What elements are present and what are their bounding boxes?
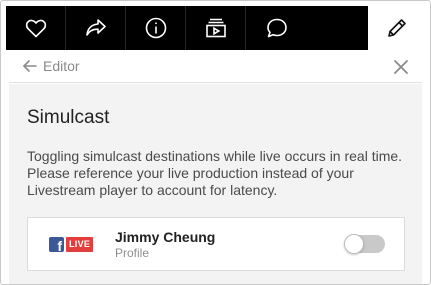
like-button[interactable] (6, 6, 66, 50)
back-to-editor-button[interactable]: Editor (22, 58, 80, 74)
share-button[interactable] (66, 6, 126, 50)
pencil-icon (388, 19, 406, 37)
editor-header: Editor (9, 53, 422, 83)
facebook-icon: f (49, 237, 64, 253)
top-toolbar (6, 6, 426, 50)
back-label: Editor (43, 58, 80, 74)
info-icon (145, 17, 166, 39)
playlist-icon (205, 18, 226, 38)
simulcast-destination-row: f LIVE Jimmy Cheung Profile (27, 217, 405, 271)
toolbar-actions (6, 6, 368, 50)
app-frame: Editor Simulcast Toggling simulcast dest… (0, 0, 431, 285)
info-button[interactable] (126, 6, 186, 50)
arrow-left-icon (23, 60, 37, 72)
section-description: Toggling simulcast destinations while li… (27, 148, 403, 198)
destination-type: Profile (115, 246, 150, 260)
simulcast-panel: Simulcast Toggling simulcast destination… (9, 84, 422, 284)
chat-icon (267, 18, 287, 38)
chat-button[interactable] (246, 6, 308, 50)
heart-icon (25, 19, 46, 38)
close-icon (394, 60, 408, 74)
destination-brand: f LIVE (49, 237, 94, 253)
playlist-button[interactable] (186, 6, 246, 50)
simulcast-toggle[interactable] (344, 234, 385, 254)
destination-name: Jimmy Cheung (115, 229, 216, 245)
edit-button[interactable] (368, 6, 426, 50)
share-icon (85, 19, 106, 36)
toggle-knob (344, 234, 364, 254)
section-title: Simulcast (27, 107, 110, 128)
live-badge: LIVE (66, 237, 94, 252)
close-button[interactable] (392, 58, 410, 76)
